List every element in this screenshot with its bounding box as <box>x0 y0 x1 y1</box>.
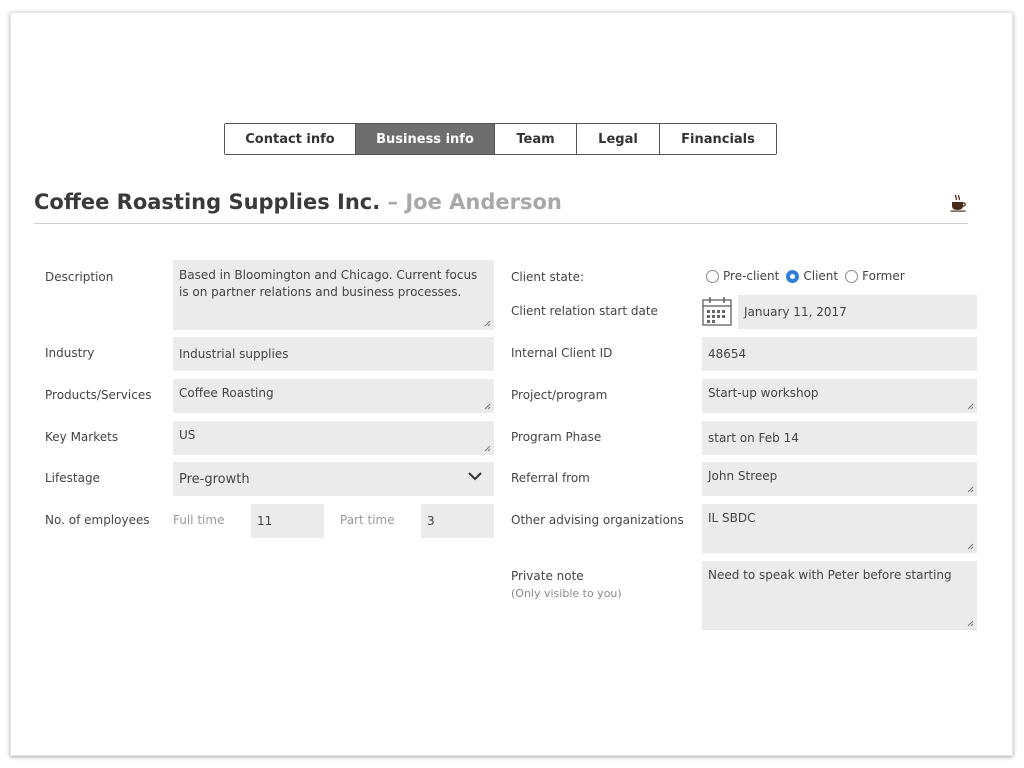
referral-textarea[interactable]: John Streep <box>702 462 977 496</box>
chevron-down-icon <box>468 472 482 481</box>
coffee-cup-icon <box>950 194 966 212</box>
private-note-label-text: Private note <box>511 569 584 583</box>
description-value: Based in Bloomington and Chicago. Curren… <box>179 268 478 299</box>
resize-handle-icon[interactable] <box>484 320 491 327</box>
private-note-sublabel: (Only visible to you) <box>511 587 622 600</box>
resize-handle-icon[interactable] <box>967 620 974 627</box>
description-label: Description <box>45 270 114 284</box>
private-note-label: Private note (Only visible to you) <box>511 569 622 600</box>
employees-label: No. of employees <box>45 513 150 527</box>
client-state-label: Client state: <box>511 270 584 284</box>
products-textarea[interactable]: Coffee Roasting <box>173 379 494 413</box>
calendar-icon[interactable] <box>702 296 732 326</box>
industry-input[interactable]: Industrial supplies <box>173 337 494 371</box>
resize-handle-icon[interactable] <box>967 543 974 550</box>
project-label: Project/program <box>511 388 608 402</box>
resize-handle-icon[interactable] <box>967 486 974 493</box>
start-date-value: January 11, 2017 <box>744 304 847 319</box>
tab-legal[interactable]: Legal <box>577 124 660 154</box>
page-header: Coffee Roasting Supplies Inc. – Joe Ande… <box>34 188 968 224</box>
part-time-label: Part time <box>340 513 395 527</box>
tab-team[interactable]: Team <box>495 124 577 154</box>
lifestage-label: Lifestage <box>45 471 100 485</box>
client-id-value: 48654 <box>708 346 747 361</box>
referral-value: John Streep <box>708 469 778 483</box>
description-textarea[interactable]: Based in Bloomington and Chicago. Curren… <box>173 260 494 330</box>
page-title: Coffee Roasting Supplies Inc. – Joe Ande… <box>34 190 562 214</box>
client-state-radio-group: Pre-client Client Former <box>706 269 908 283</box>
markets-textarea[interactable]: US <box>173 421 494 455</box>
referral-label: Referral from <box>511 471 590 485</box>
project-value: Start-up workshop <box>708 386 819 400</box>
resize-handle-icon[interactable] <box>484 403 491 410</box>
radio-former[interactable] <box>845 269 859 283</box>
markets-value: US <box>179 428 196 442</box>
phase-input[interactable]: start on Feb 14 <box>702 421 977 455</box>
contact-person-name: Joe Anderson <box>405 190 562 214</box>
tab-financials[interactable]: Financials <box>660 124 776 154</box>
products-label: Products/Services <box>45 388 152 402</box>
markets-label: Key Markets <box>45 430 119 444</box>
start-date-input[interactable]: January 11, 2017 <box>738 295 977 329</box>
resize-handle-icon[interactable] <box>967 403 974 410</box>
full-time-value: 11 <box>257 513 273 528</box>
radio-client[interactable] <box>786 269 800 283</box>
phase-value: start on Feb 14 <box>708 430 799 445</box>
advising-label: Other advising organizations <box>511 513 684 527</box>
tab-bar: Contact info Business info Team Legal Fi… <box>224 123 777 155</box>
products-value: Coffee Roasting <box>179 386 274 400</box>
company-name: Coffee Roasting Supplies Inc. <box>34 190 381 214</box>
lifestage-value: Pre-growth <box>179 471 250 487</box>
phase-label: Program Phase <box>511 430 602 444</box>
radio-pre-client-label: Pre-client <box>723 269 780 283</box>
client-id-label: Internal Client ID <box>511 346 613 360</box>
radio-pre-client[interactable] <box>706 269 719 283</box>
tab-contact-info[interactable]: Contact info <box>225 124 356 154</box>
advising-textarea[interactable]: IL SBDC <box>702 504 977 553</box>
project-textarea[interactable]: Start-up workshop <box>702 379 977 413</box>
title-separator: – <box>387 190 399 214</box>
lifestage-select[interactable]: Pre-growth <box>173 462 494 496</box>
part-time-input[interactable]: 3 <box>421 504 494 538</box>
resize-handle-icon[interactable] <box>484 445 491 452</box>
client-id-input[interactable]: 48654 <box>702 337 977 371</box>
full-time-input[interactable]: 11 <box>251 504 324 538</box>
start-date-label: Client relation start date <box>511 304 658 318</box>
industry-value: Industrial supplies <box>179 346 289 361</box>
full-time-label: Full time <box>173 513 225 527</box>
part-time-value: 3 <box>427 513 435 528</box>
industry-label: Industry <box>45 346 95 360</box>
radio-former-label: Former <box>862 269 905 283</box>
tab-business-info[interactable]: Business info <box>356 124 495 154</box>
radio-client-label: Client <box>803 269 839 283</box>
private-note-textarea[interactable]: Need to speak with Peter before starting <box>702 561 977 630</box>
advising-value: IL SBDC <box>708 511 756 525</box>
private-note-value: Need to speak with Peter before starting <box>708 568 952 582</box>
